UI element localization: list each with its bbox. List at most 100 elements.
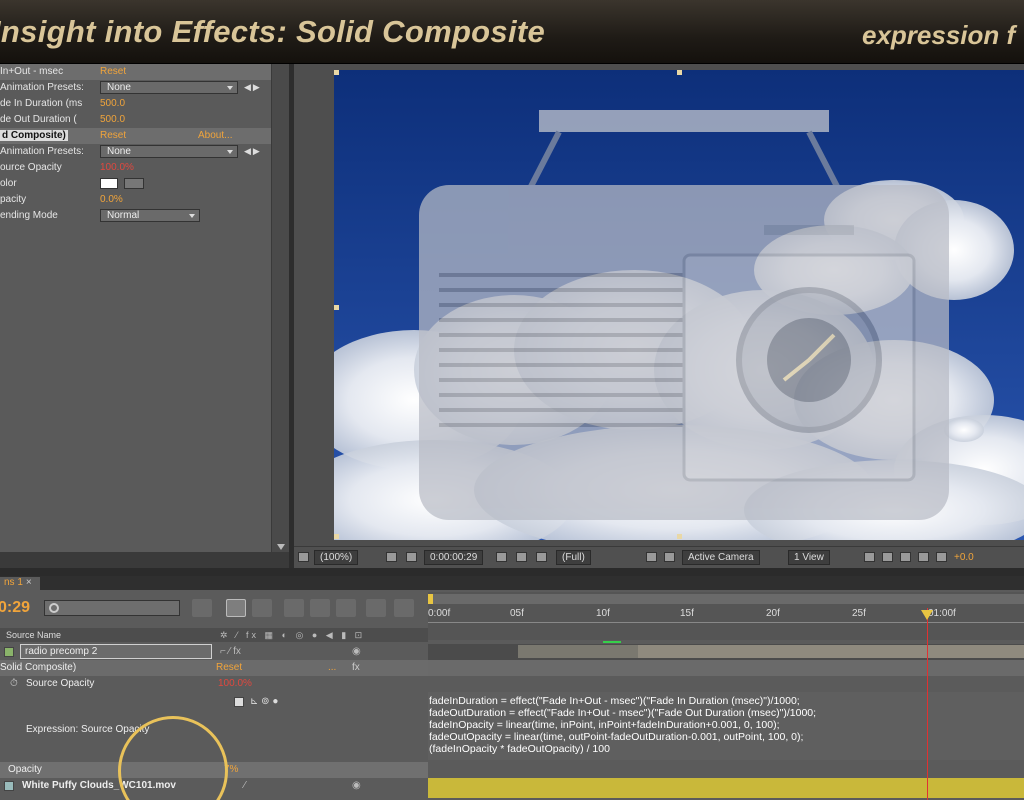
layer-search-input[interactable]: [44, 600, 180, 616]
effect-options-dots[interactable]: ...: [328, 662, 336, 673]
effect-header-solid-composite[interactable]: d Composite) Reset About...: [0, 128, 271, 144]
eyedropper-icon[interactable]: [124, 178, 144, 189]
motion-blur-icon[interactable]: [336, 599, 356, 617]
animation-presets-row: Animation Presets: None ◀▶: [0, 80, 271, 96]
footage-icon: [4, 781, 14, 791]
color-swatch[interactable]: [100, 178, 118, 189]
clouds-layer-bar[interactable]: [428, 778, 1024, 798]
toggle-pixel-aspect-icon[interactable]: [864, 552, 875, 562]
safe-zones-icon[interactable]: [386, 552, 397, 562]
composition-frame[interactable]: [334, 70, 1024, 540]
fade-in-value[interactable]: 500.0: [100, 98, 125, 109]
current-time-field[interactable]: 0:00:00:29: [424, 550, 484, 565]
show-snapshot-icon[interactable]: [516, 552, 527, 562]
ruler-tick: 10f: [596, 608, 610, 619]
playhead-line[interactable]: [927, 608, 928, 800]
flowchart-icon[interactable]: [918, 552, 929, 562]
ruler-tick: 05f: [510, 608, 524, 619]
fast-previews-icon[interactable]: [882, 552, 893, 562]
color-row: olor: [0, 176, 271, 192]
panel-separator[interactable]: [0, 568, 1024, 576]
view-layout-dropdown[interactable]: 1 View: [788, 550, 830, 565]
blending-mode-dropdown[interactable]: Normal: [100, 209, 200, 222]
fade-out-row: de Out Duration ( 500.0: [0, 112, 271, 128]
layer-column-header: Source Name ✲ ⁄ fx ▦ ◐ ◎ ● ◀ ▮ ⊡: [0, 628, 428, 642]
eye-icon[interactable]: ◉: [352, 780, 361, 791]
preset-nav-arrows-icon[interactable]: ◀▶: [244, 146, 262, 157]
transparency-grid-icon[interactable]: [664, 552, 675, 562]
presets-dropdown[interactable]: None: [100, 81, 238, 94]
timeline-icon[interactable]: [900, 552, 911, 562]
stopwatch-icon[interactable]: ⏱: [10, 678, 18, 689]
fade-out-value[interactable]: 500.0: [100, 114, 125, 125]
layer-name[interactable]: radio precomp 2: [20, 644, 212, 659]
scroll-down-icon[interactable]: [277, 544, 285, 550]
fx-icon[interactable]: fx: [352, 662, 360, 673]
fade-in-row: de In Duration (ms 500.0: [0, 96, 271, 112]
tab-label: ns 1: [4, 577, 23, 588]
effect-header-fade[interactable]: In+Out - msec Reset: [0, 64, 271, 80]
close-icon[interactable]: ×: [26, 577, 32, 588]
expression-text[interactable]: fadeInDuration = effect("Fade In+Out - m…: [429, 695, 816, 755]
property-value[interactable]: 100.0%: [218, 678, 252, 689]
resolution-dropdown[interactable]: (Full): [556, 550, 591, 565]
transform-handle[interactable]: [334, 70, 339, 75]
source-opacity-value[interactable]: 100.0%: [100, 162, 134, 173]
transform-handle[interactable]: [334, 305, 339, 310]
property-label: Source Opacity: [26, 678, 95, 689]
banner-title: Insight into Effects: Solid Composite: [0, 14, 546, 49]
draft-3d-icon[interactable]: [252, 599, 272, 617]
layer-duration-bar[interactable]: [518, 645, 638, 658]
camera-dropdown[interactable]: Active Camera: [682, 550, 760, 565]
graph-editor-icon[interactable]: [394, 599, 414, 617]
tab-composition[interactable]: ns 1 ×: [0, 577, 40, 590]
timeline-current-time[interactable]: 0:29: [0, 599, 30, 617]
exposure-reset-icon[interactable]: [936, 552, 947, 562]
opacity-value[interactable]: 0.0%: [100, 194, 123, 205]
region-of-interest-icon[interactable]: [646, 552, 657, 562]
always-preview-icon[interactable]: [298, 552, 309, 562]
ruler-tick: 25f: [852, 608, 866, 619]
pen-icon[interactable]: ⁄: [244, 780, 246, 791]
composition-image: [334, 70, 1024, 540]
source-name-header[interactable]: Source Name: [6, 630, 61, 640]
composition-viewer[interactable]: [294, 64, 1024, 546]
about-link[interactable]: About...: [198, 130, 232, 141]
time-ruler[interactable]: 0:00f 05f 10f 15f 20f 25f 01:00f: [428, 592, 1024, 640]
channel-icon[interactable]: [536, 552, 547, 562]
effects-scrollbar[interactable]: [271, 64, 289, 552]
eye-icon[interactable]: ◉: [352, 646, 361, 657]
work-area-bar[interactable]: [428, 594, 1024, 604]
snapshot-icon[interactable]: [496, 552, 507, 562]
playhead-handle[interactable]: [921, 610, 933, 620]
zoom-dropdown[interactable]: (100%): [314, 550, 359, 565]
reset-link[interactable]: Reset: [100, 66, 126, 77]
exposure-value[interactable]: +0.0: [954, 552, 974, 563]
presets-dropdown[interactable]: None: [100, 145, 238, 158]
mask-visibility-icon[interactable]: [406, 552, 417, 562]
property-row[interactable]: ⏱ Source Opacity 100.0%: [0, 676, 428, 692]
frame-blending-icon[interactable]: [310, 599, 330, 617]
source-opacity-label: ource Opacity: [0, 162, 62, 173]
reset-link[interactable]: Reset: [100, 130, 126, 141]
color-label: olor: [0, 178, 17, 189]
live-update-icon[interactable]: [226, 599, 246, 617]
transform-handle[interactable]: [677, 534, 682, 539]
comp-mini-flowchart-icon[interactable]: [192, 599, 212, 617]
preset-nav-arrows-icon[interactable]: ◀▶: [244, 82, 262, 93]
layer-track[interactable]: [428, 641, 1024, 660]
transform-handle[interactable]: [334, 534, 339, 539]
animation-presets-row: Animation Presets: None ◀▶: [0, 144, 271, 160]
expression-graph-icon[interactable]: ⊾ ⊚ ●: [250, 696, 278, 707]
layer-row[interactable]: radio precomp 2 ⌐ ⁄ fx ◉: [0, 644, 428, 660]
effect-row[interactable]: Solid Composite) Reset ... fx: [0, 660, 428, 676]
opacity-row: pacity 0.0%: [0, 192, 271, 208]
expression-toggle-icon[interactable]: [234, 697, 244, 707]
effect-reset-link[interactable]: Reset: [216, 662, 242, 673]
transform-handle[interactable]: [677, 70, 682, 75]
hide-shy-layers-icon[interactable]: [284, 599, 304, 617]
work-area-start-handle[interactable]: [428, 594, 433, 604]
effect-track: [428, 660, 1024, 676]
brainstorm-icon[interactable]: [366, 599, 386, 617]
layer-switches-icon[interactable]: ⌐ ⁄ fx: [220, 646, 241, 657]
